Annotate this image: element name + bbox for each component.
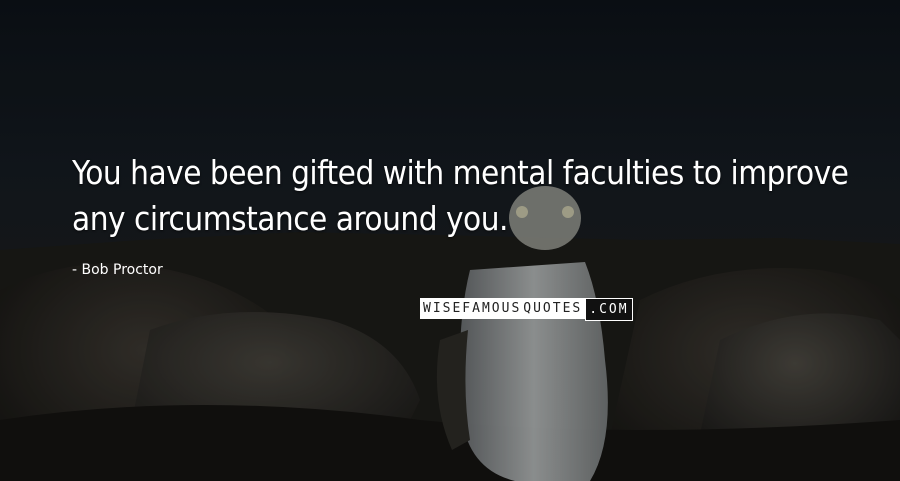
author-dash: -	[72, 262, 82, 278]
quote-image: You have been gifted with mental faculti…	[0, 0, 900, 481]
author-name: Bob Proctor	[81, 262, 163, 278]
quote-line-1: You have been gifted with mental faculti…	[72, 153, 849, 192]
quote-line-2: any circumstance around you.	[72, 199, 508, 238]
brand-part-1: WISEFAMOUS	[420, 298, 522, 319]
quote-text: You have been gifted with mental faculti…	[72, 150, 872, 242]
brand-part-2: QUOTES	[521, 298, 586, 319]
brand-part-3: .COM	[585, 298, 633, 321]
quote-author: - Bob Proctor	[72, 262, 163, 278]
brand-watermark: WISEFAMOUS QUOTES .COM	[420, 298, 633, 321]
